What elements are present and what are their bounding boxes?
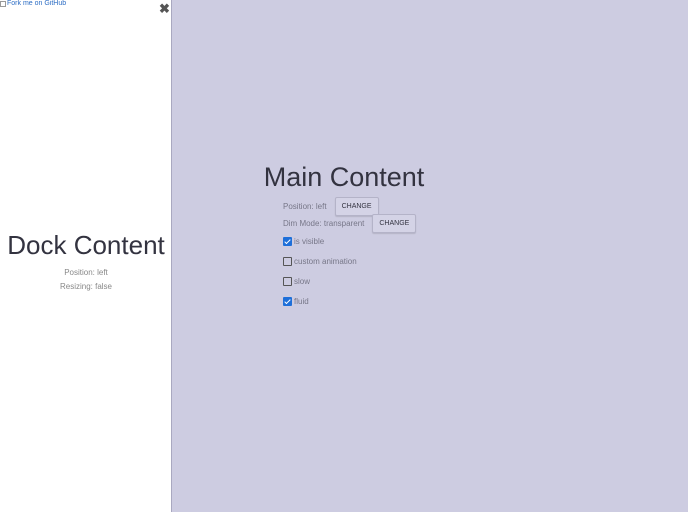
option-slow[interactable]: slow — [283, 277, 310, 286]
broken-image-icon — [0, 0, 6, 7]
position-label: Position: left — [283, 202, 327, 211]
dim-mode-row: Dim Mode: transparent CHANGE — [283, 214, 417, 233]
fluid-checkbox[interactable] — [283, 297, 292, 306]
fluid-label: fluid — [294, 297, 309, 306]
option-is-visible[interactable]: is visible — [283, 237, 324, 246]
is-visible-label: is visible — [294, 237, 325, 246]
custom-animation-checkbox[interactable] — [283, 257, 292, 266]
option-custom-animation[interactable]: custom animation — [283, 257, 357, 266]
fork-me-text: Fork me on GitHub — [7, 0, 67, 7]
dock-panel: Fork me on GitHub ✖ Dock Content Positio… — [0, 0, 172, 512]
main-title: Main Content — [263, 162, 425, 192]
dock-resizing-text: Resizing: false — [59, 282, 113, 291]
change-dim-mode-button[interactable]: CHANGE — [372, 214, 417, 233]
dock-title: Dock Content — [7, 230, 165, 260]
custom-animation-label: custom animation — [294, 257, 357, 266]
fork-me-link[interactable]: Fork me on GitHub — [0, 0, 66, 7]
app-window: Fork me on GitHub ✖ Dock Content Positio… — [0, 0, 688, 512]
dock-position-text: Position: left — [64, 268, 108, 277]
option-fluid[interactable]: fluid — [283, 297, 309, 306]
slow-label: slow — [294, 277, 311, 286]
close-icon[interactable]: ✖ — [159, 2, 170, 15]
slow-checkbox[interactable] — [283, 277, 292, 286]
is-visible-checkbox[interactable] — [283, 237, 292, 246]
dim-mode-label: Dim Mode: transparent — [283, 219, 365, 228]
